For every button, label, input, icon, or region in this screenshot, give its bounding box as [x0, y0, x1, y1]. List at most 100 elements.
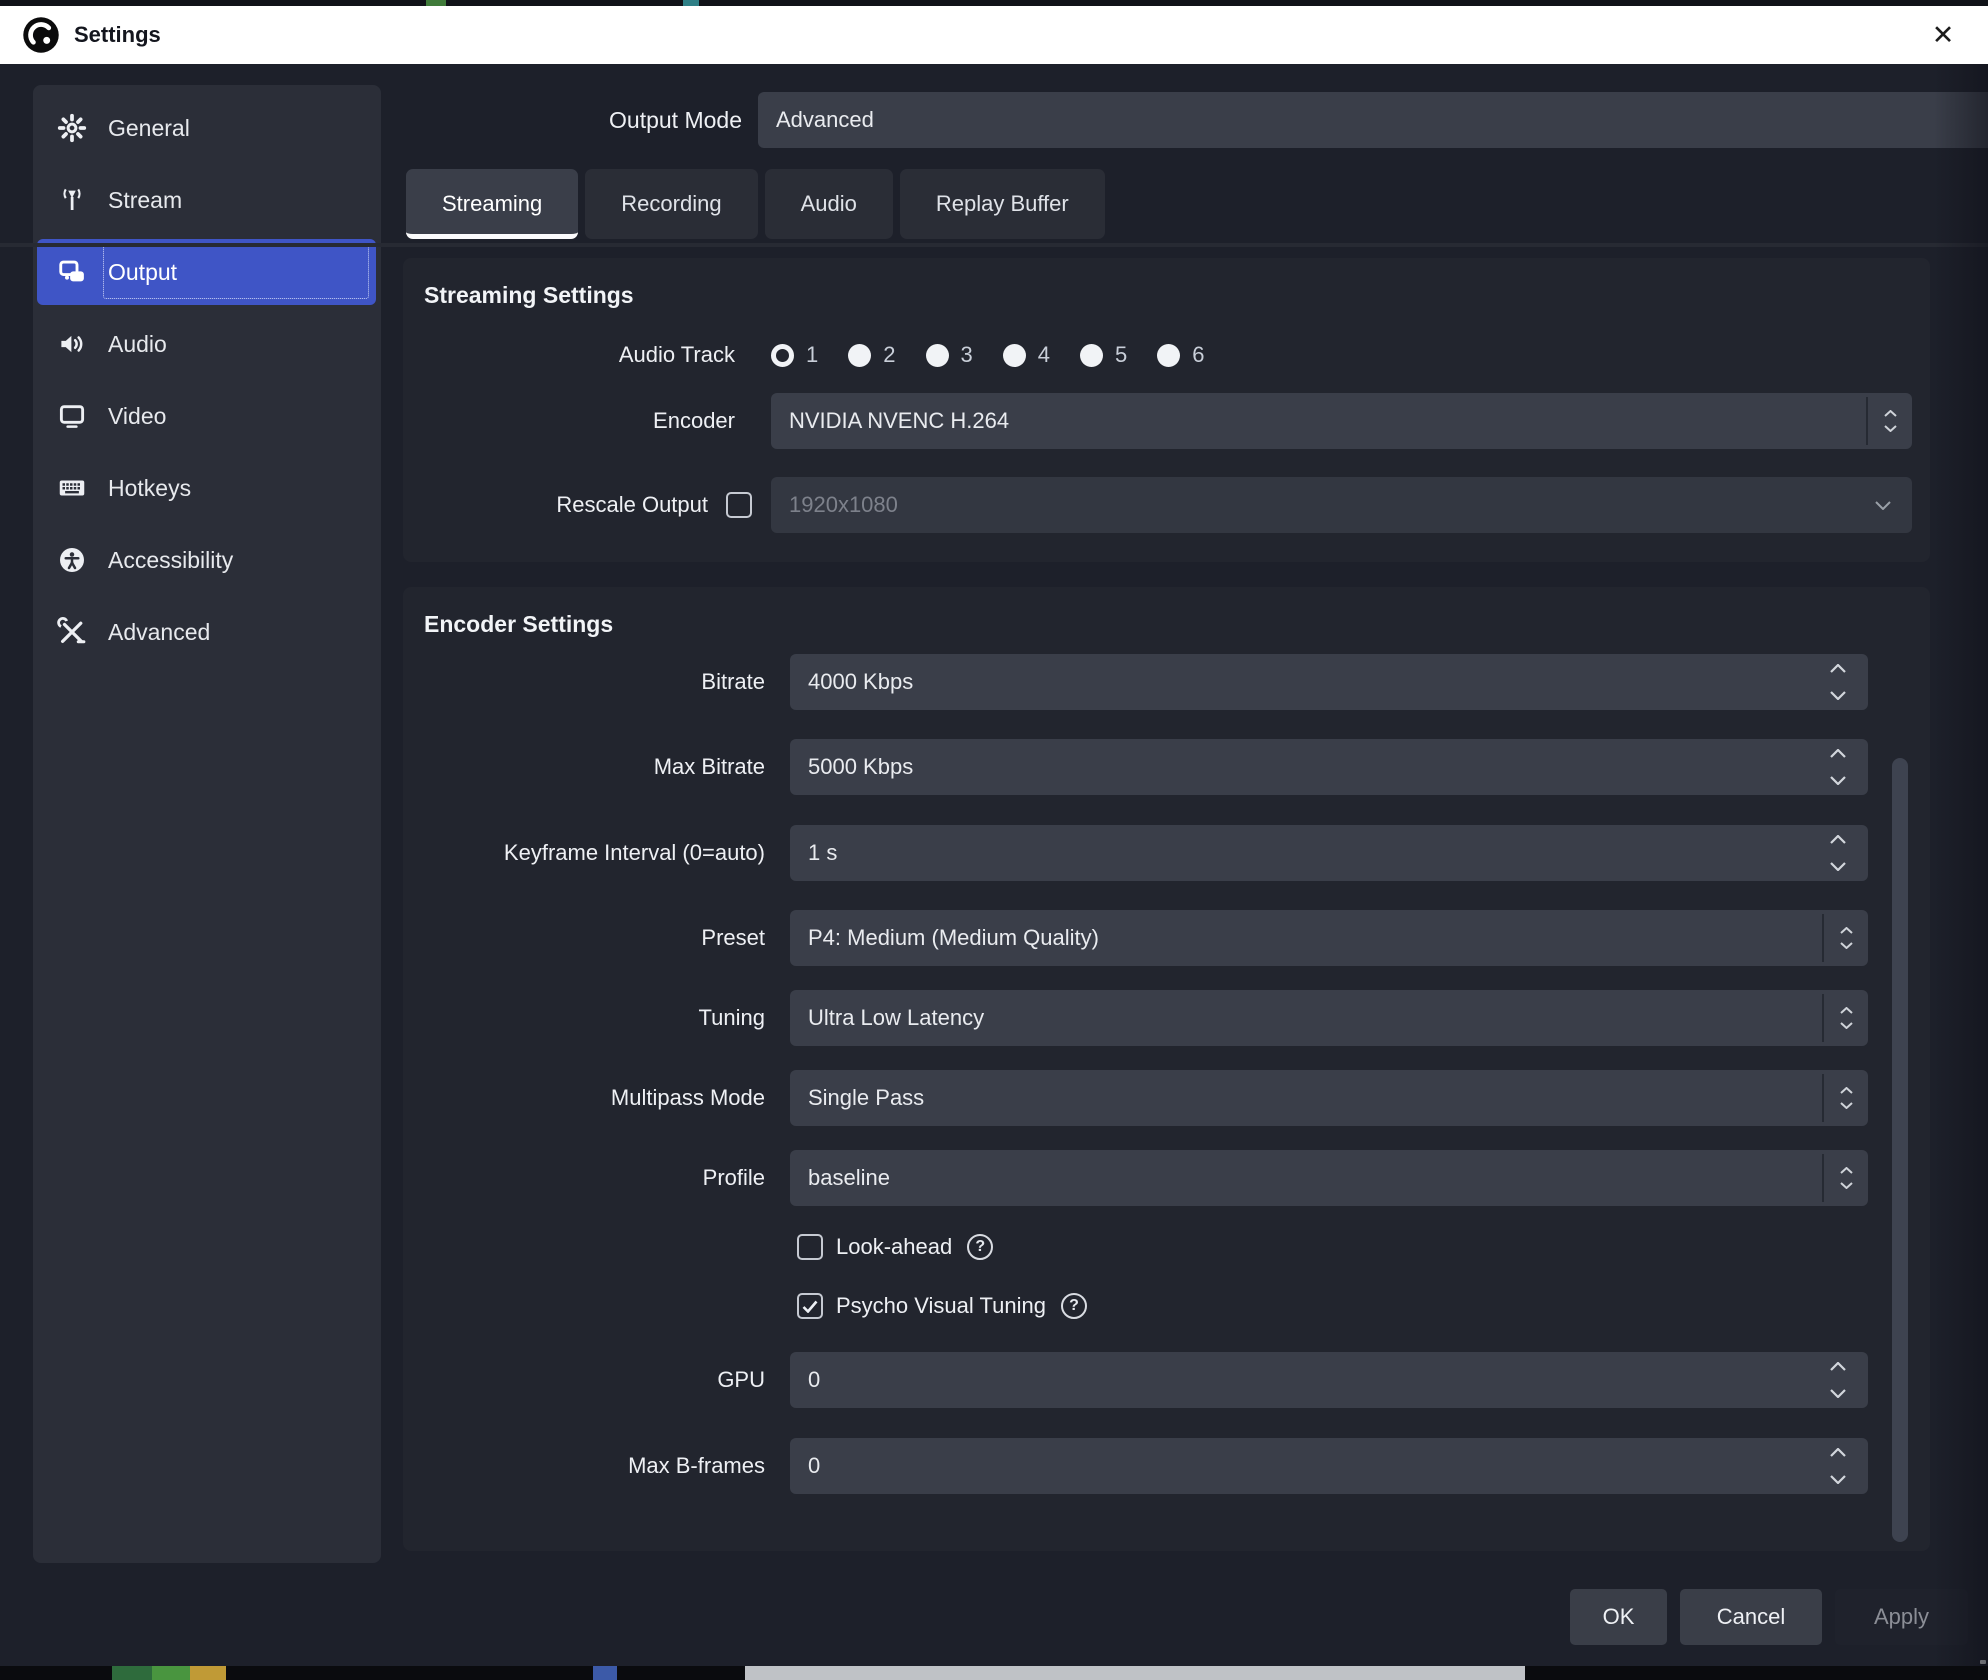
look-ahead-row[interactable]: Look-ahead ?: [797, 1232, 993, 1262]
max-b-frames-spinbox[interactable]: 0: [790, 1438, 1868, 1494]
profile-select[interactable]: baseline: [790, 1150, 1868, 1206]
psycho-visual-tuning-checkbox[interactable]: [797, 1293, 823, 1319]
radio-unchecked-icon[interactable]: [926, 344, 949, 367]
keyframe-interval-spinbox[interactable]: 1 s: [790, 825, 1868, 881]
max-b-frames-row: Max B-frames 0: [403, 1438, 1930, 1494]
radio-unchecked-icon[interactable]: [1003, 344, 1026, 367]
rescale-output-checkbox[interactable]: [726, 492, 752, 518]
sidebar-item-label: Accessibility: [108, 547, 233, 574]
cancel-button[interactable]: Cancel: [1680, 1589, 1822, 1645]
preset-row: Preset P4: Medium (Medium Quality): [403, 910, 1930, 966]
multipass-mode-select[interactable]: Single Pass: [790, 1070, 1868, 1126]
tab-audio[interactable]: Audio: [765, 169, 893, 239]
apply-button[interactable]: Apply: [1835, 1589, 1968, 1645]
audio-track-option-1[interactable]: 1: [771, 342, 818, 368]
close-icon[interactable]: ✕: [1916, 6, 1970, 64]
window-titlebar[interactable]: Settings ✕: [0, 6, 1988, 64]
accessibility-icon: [56, 544, 88, 576]
window-edge-shade: [1934, 64, 1988, 1666]
audio-track-option-5[interactable]: 5: [1080, 342, 1127, 368]
tuning-row: Tuning Ultra Low Latency: [403, 990, 1930, 1046]
radio-unchecked-icon[interactable]: [1080, 344, 1103, 367]
gpu-spinbox[interactable]: 0: [790, 1352, 1868, 1408]
encoder-row: Encoder NVIDIA NVENC H.264: [403, 393, 1930, 449]
keyframe-interval-row: Keyframe Interval (0=auto) 1 s: [403, 825, 1930, 881]
window-behind-fragment: [745, 1666, 1525, 1680]
keyframe-interval-value: 1 s: [808, 825, 837, 881]
gpu-label: GPU: [403, 1352, 765, 1408]
audio-track-row: Audio Track 1 2 3: [403, 327, 1930, 383]
sidebar-item-label: Advanced: [108, 619, 210, 646]
audio-track-option-3[interactable]: 3: [926, 342, 973, 368]
sidebar-item-advanced[interactable]: Advanced: [37, 599, 376, 665]
tab-replay-buffer[interactable]: Replay Buffer: [900, 169, 1105, 239]
bitrate-spinbox[interactable]: 4000 Kbps: [790, 654, 1868, 710]
profile-label: Profile: [403, 1150, 765, 1206]
output-screens-icon: [56, 256, 88, 288]
sidebar-item-audio[interactable]: Audio: [37, 311, 376, 377]
radio-unchecked-icon[interactable]: [848, 344, 871, 367]
speaker-icon: [56, 328, 88, 360]
dropdown-arrows-icon[interactable]: [1822, 914, 1868, 962]
audio-track-option-6[interactable]: 6: [1157, 342, 1204, 368]
max-bitrate-label: Max Bitrate: [403, 739, 765, 795]
audio-track-option-2[interactable]: 2: [848, 342, 895, 368]
output-mode-value: Advanced: [776, 92, 874, 148]
sidebar-item-video[interactable]: Video: [37, 383, 376, 449]
encoder-value: NVIDIA NVENC H.264: [789, 393, 1009, 449]
psycho-visual-tuning-row[interactable]: Psycho Visual Tuning ?: [797, 1291, 1087, 1321]
obs-settings-window: Settings ✕: [0, 0, 1988, 1680]
max-bitrate-spinbox[interactable]: 5000 Kbps: [790, 739, 1868, 795]
dropdown-arrows-icon[interactable]: [1822, 1154, 1868, 1202]
sidebar-item-output[interactable]: Output: [37, 239, 376, 305]
encoder-settings-title: Encoder Settings: [424, 611, 613, 638]
sidebar-item-stream[interactable]: Stream: [37, 167, 376, 233]
audio-track-option-4[interactable]: 4: [1003, 342, 1050, 368]
spinner-arrows-icon[interactable]: [1830, 749, 1846, 785]
multipass-mode-value: Single Pass: [808, 1070, 924, 1126]
tab-divider: [0, 243, 1988, 247]
keyboard-icon: [56, 472, 88, 504]
spinner-arrows-icon[interactable]: [1830, 1362, 1846, 1398]
output-mode-select[interactable]: Advanced: [758, 92, 1988, 148]
dropdown-arrow-icon: [1868, 477, 1898, 533]
tuning-select[interactable]: Ultra Low Latency: [790, 990, 1868, 1046]
taskbar-fragment: [152, 1666, 190, 1680]
encoder-select[interactable]: NVIDIA NVENC H.264: [771, 393, 1912, 449]
output-tabs: Streaming Recording Audio Replay Buffer: [406, 169, 1105, 239]
tools-icon: [56, 616, 88, 648]
spinner-arrows-icon[interactable]: [1830, 664, 1846, 700]
sidebar-item-accessibility[interactable]: Accessibility: [37, 527, 376, 593]
checkmark-icon: [802, 1300, 818, 1313]
look-ahead-checkbox[interactable]: [797, 1234, 823, 1260]
tab-streaming[interactable]: Streaming: [406, 169, 578, 239]
ok-button[interactable]: OK: [1570, 1589, 1667, 1645]
radio-unchecked-icon[interactable]: [1157, 344, 1180, 367]
dropdown-arrows-icon[interactable]: [1822, 994, 1868, 1042]
vertical-scrollbar[interactable]: [1892, 758, 1908, 1542]
taskbar-fragment: [593, 1666, 617, 1680]
spinner-arrows-icon[interactable]: [1830, 835, 1846, 871]
dropdown-arrows-icon[interactable]: [1822, 1074, 1868, 1122]
taskbar-fragment: [112, 1666, 152, 1680]
tuning-value: Ultra Low Latency: [808, 990, 984, 1046]
encoder-settings-panel: Encoder Settings Bitrate 4000 Kbps Max B…: [403, 587, 1930, 1551]
settings-dialog: General Stream: [0, 64, 1988, 1666]
encoder-label: Encoder: [403, 393, 735, 449]
preset-select[interactable]: P4: Medium (Medium Quality): [790, 910, 1868, 966]
desktop-sliver-bottom: [0, 1666, 1988, 1680]
sidebar-list: General Stream: [33, 85, 381, 665]
profile-row: Profile baseline: [403, 1150, 1930, 1206]
radio-checked-icon[interactable]: [771, 344, 794, 367]
help-icon[interactable]: ?: [967, 1234, 993, 1260]
dropdown-arrows-icon[interactable]: [1866, 397, 1912, 445]
help-icon[interactable]: ?: [1061, 1293, 1087, 1319]
sidebar-item-hotkeys[interactable]: Hotkeys: [37, 455, 376, 521]
tab-recording[interactable]: Recording: [585, 169, 757, 239]
bitrate-label: Bitrate: [403, 654, 765, 710]
window-title: Settings: [74, 22, 161, 48]
spinner-arrows-icon[interactable]: [1830, 1448, 1846, 1484]
sidebar-item-label: Output: [108, 259, 177, 286]
streaming-settings-panel: Streaming Settings Audio Track 1 2 3: [403, 258, 1930, 562]
output-mode-label: Output Mode: [0, 92, 742, 148]
